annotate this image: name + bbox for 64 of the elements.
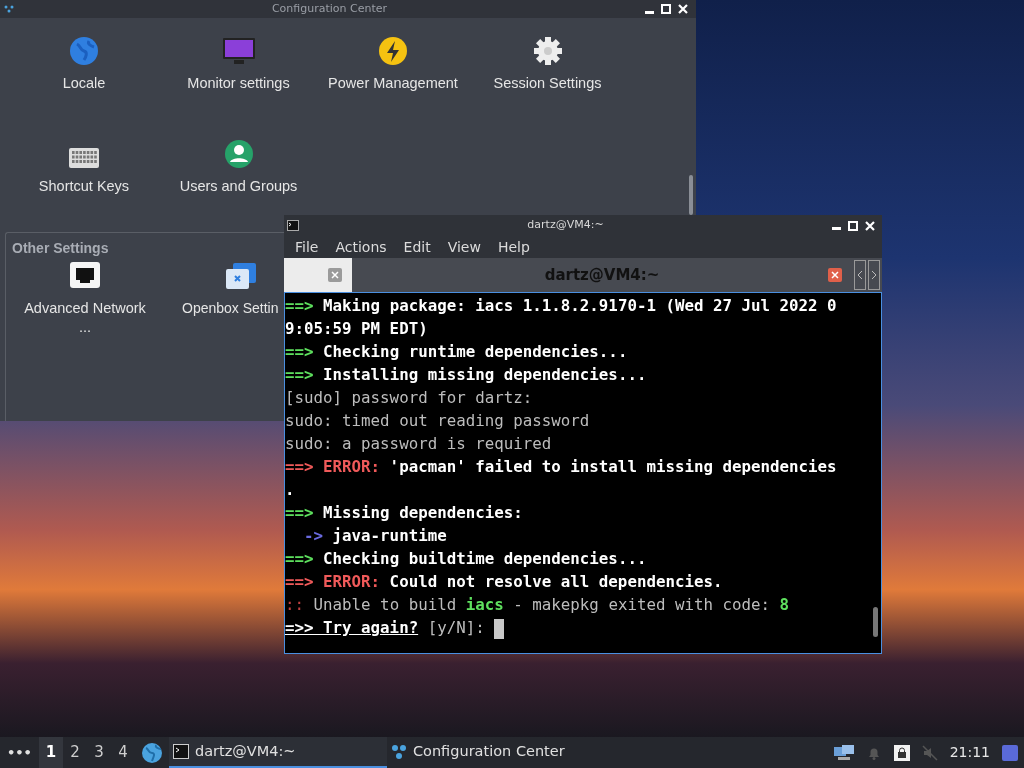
user-icon bbox=[223, 139, 254, 169]
terminal-line: ==> ERROR: 'pacman' failed to install missing dependencies bbox=[285, 456, 838, 478]
scrollbar-thumb[interactable] bbox=[872, 607, 878, 637]
terminal-icon bbox=[287, 220, 299, 231]
terminal-line: sudo: a password is required bbox=[285, 433, 553, 455]
terminal-line: sudo: timed out reading password bbox=[285, 410, 591, 432]
chevron-left-icon[interactable] bbox=[854, 260, 866, 290]
menu-button[interactable]: ••• bbox=[0, 742, 39, 763]
menu-item[interactable]: Help bbox=[497, 236, 530, 258]
globe-icon bbox=[69, 36, 99, 66]
show-desktop-button[interactable] bbox=[1002, 744, 1018, 761]
taskbar-task[interactable]: dartz@VM4:~ bbox=[168, 737, 387, 768]
chevron-right-icon[interactable] bbox=[868, 260, 880, 290]
settings-item-label[interactable]: Shortcut Keys bbox=[16, 177, 152, 196]
network-port-icon bbox=[69, 261, 101, 291]
app-icon bbox=[4, 5, 14, 13]
section-title: Other Settings bbox=[12, 239, 109, 257]
windows-icon bbox=[224, 261, 258, 291]
workspace-button[interactable]: 4 bbox=[110, 737, 135, 768]
keyboard-icon bbox=[68, 147, 100, 169]
close-icon[interactable] bbox=[865, 220, 875, 231]
terminal-line: -> java-runtime bbox=[303, 525, 448, 547]
settings-item-label[interactable]: Monitor settings bbox=[170, 74, 307, 93]
terminal-icon bbox=[172, 744, 189, 759]
menu-item[interactable]: File bbox=[295, 236, 319, 258]
maximize-icon[interactable] bbox=[661, 4, 671, 14]
lock-icon[interactable] bbox=[893, 744, 910, 761]
window-title: Configuration Center bbox=[271, 0, 388, 17]
taskbar-task[interactable]: Configuration Center bbox=[386, 737, 605, 768]
terminal-line: ==> Missing dependencies: bbox=[285, 502, 524, 524]
terminal-line: ==> Making package: iacs 1.1.8.2.9170-1 (Wed 27 Jul 2022 0 bbox=[285, 295, 838, 317]
terminal-line: [sudo] password for dartz: bbox=[285, 387, 534, 409]
gear-icon bbox=[532, 36, 563, 66]
menu-item[interactable]: View bbox=[447, 236, 481, 258]
settings-item-label[interactable]: Session Settings bbox=[479, 74, 616, 93]
workspace-button[interactable]: 2 bbox=[62, 737, 87, 768]
workspace-button[interactable]: 1 bbox=[38, 737, 63, 768]
terminal-line: :: Unable to build iacs - makepkg exited with code: 8 bbox=[285, 594, 791, 616]
terminal-line: ==> Checking buildtime dependencies... bbox=[285, 548, 648, 570]
network-icon[interactable] bbox=[833, 744, 854, 761]
settings-item-label[interactable]: Locale bbox=[16, 74, 152, 93]
menu-item[interactable]: Edit bbox=[403, 236, 431, 258]
window-title: dartz@VM4:~ bbox=[527, 217, 604, 234]
maximize-icon[interactable] bbox=[848, 220, 858, 231]
clock[interactable]: 21:11 bbox=[949, 742, 990, 763]
workspace-button[interactable]: 3 bbox=[86, 737, 111, 768]
terminal-line: ==> Installing missing dependencies... bbox=[285, 364, 648, 386]
app-icon bbox=[390, 743, 407, 760]
settings-item-label[interactable]: Advanced Network ... bbox=[17, 299, 153, 337]
scrollbar-thumb[interactable] bbox=[689, 175, 693, 215]
terminal-line: ==> ERROR: Could not resolve all dependencies. bbox=[285, 571, 724, 593]
monitor-icon bbox=[221, 36, 256, 66]
settings-item-label[interactable]: Openbox Settin bbox=[182, 299, 279, 318]
close-icon[interactable] bbox=[678, 4, 688, 14]
terminal-line: . bbox=[285, 479, 296, 501]
settings-item-label[interactable]: Users and Groups bbox=[170, 177, 307, 196]
terminal-line: =>> Try again? [y/N]: bbox=[285, 616, 869, 639]
terminal-line: ==> Checking runtime dependencies... bbox=[285, 341, 629, 363]
settings-item-label[interactable]: Power Management bbox=[325, 74, 461, 93]
text-cursor bbox=[494, 618, 505, 639]
globe-icon[interactable] bbox=[140, 741, 163, 764]
terminal-line: 9:05:59 PM EDT) bbox=[285, 318, 429, 340]
menu-item[interactable]: Actions bbox=[335, 236, 387, 258]
lightning-icon bbox=[378, 36, 408, 66]
